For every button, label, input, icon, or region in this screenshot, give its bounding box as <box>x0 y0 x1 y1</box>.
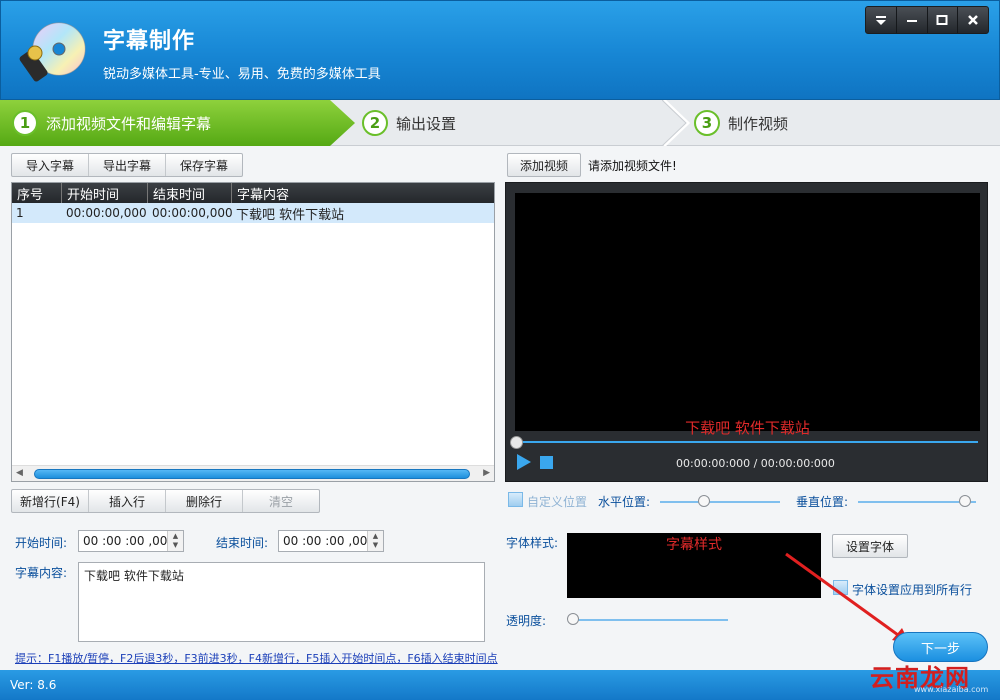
start-time-value: 00 :00 :00 ,000 <box>83 534 176 548</box>
annotation-arrow-icon <box>785 552 910 644</box>
app-logo-icon <box>19 22 86 82</box>
step-2-number: 2 <box>362 110 388 136</box>
end-time-label: 结束时间: <box>216 536 269 550</box>
row-end: 00:00:00,000 <box>152 206 233 220</box>
insert-row-button[interactable]: 插入行 <box>89 490 166 512</box>
clear-button[interactable]: 清空 <box>243 490 319 512</box>
custom-position-checkbox[interactable] <box>508 492 523 507</box>
step-1-number: 1 <box>12 110 38 136</box>
scrollbar-thumb[interactable] <box>34 469 470 479</box>
export-subtitle-button[interactable]: 导出字幕 <box>89 154 166 176</box>
column-start[interactable]: 开始时间 <box>62 183 148 203</box>
video-screen[interactable]: 下载吧 软件下载站 <box>515 193 980 437</box>
scroll-left-icon[interactable]: ◀ <box>16 468 23 478</box>
subtitle-toolbar: 导入字幕 导出字幕 保存字幕 <box>11 153 243 177</box>
version-label: Ver: 8.6 <box>10 678 57 692</box>
watermark: 云南龙网 www.xiazaiba.com <box>862 655 990 697</box>
opacity-label: 透明度: <box>506 614 547 628</box>
menu-icon[interactable] <box>866 7 897 33</box>
video-status: 请添加视频文件! <box>588 159 677 173</box>
app-subtitle: 锐动多媒体工具-专业、易用、免费的多媒体工具 <box>103 67 381 82</box>
add-video-button[interactable]: 添加视频 <box>507 153 581 177</box>
vertical-position-knob[interactable] <box>959 495 971 507</box>
close-icon[interactable] <box>958 7 988 33</box>
play-icon[interactable] <box>516 453 532 471</box>
vertical-position-label: 垂直位置: <box>796 495 849 509</box>
table-row[interactable]: 1 00:00:00,000 00:00:00,000 下载吧 软件下载站 <box>12 203 494 223</box>
scroll-right-icon[interactable]: ▶ <box>483 468 490 478</box>
watermark-subtext: www.xiazaiba.com <box>914 685 989 694</box>
opacity-knob[interactable] <box>567 613 579 625</box>
step-1-label: 添加视频文件和编辑字幕 <box>46 114 212 133</box>
step-3-number: 3 <box>694 110 720 136</box>
shortcut-hint[interactable]: 提示：F1播放/暂停，F2后退3秒，F3前进3秒，F4新增行，F5插入开始时间点… <box>15 650 498 666</box>
app-title: 字幕制作 <box>103 29 196 54</box>
opacity-slider[interactable] <box>572 619 728 621</box>
video-subtitle-overlay: 下载吧 软件下载站 <box>685 419 810 437</box>
delete-row-button[interactable]: 删除行 <box>166 490 243 512</box>
row-content: 下载吧 软件下载站 <box>236 207 345 223</box>
step-2-label: 输出设置 <box>396 114 457 133</box>
horizontal-position-slider[interactable] <box>660 501 780 503</box>
maximize-icon[interactable] <box>928 7 959 33</box>
save-subtitle-button[interactable]: 保存字幕 <box>166 154 242 176</box>
end-time-spinner[interactable]: ▲ ▼ <box>367 531 383 551</box>
column-end[interactable]: 结束时间 <box>148 183 232 203</box>
title-bar: 字幕制作 锐动多媒体工具-专业、易用、免费的多媒体工具 <box>0 0 1000 100</box>
end-time-value: 00 :00 :00 ,000 <box>283 534 376 548</box>
wizard-steps: 1 添加视频文件和编辑字幕 2 输出设置 3 制作视频 <box>0 100 1000 146</box>
start-time-label: 开始时间: <box>15 536 68 550</box>
font-style-label: 字体样式: <box>506 536 559 550</box>
minimize-icon[interactable] <box>897 7 928 33</box>
add-row-button[interactable]: 新增行(F4) <box>12 490 89 512</box>
step-3-label: 制作视频 <box>728 114 789 133</box>
horizontal-position-knob[interactable] <box>698 495 710 507</box>
column-index[interactable]: 序号 <box>12 183 62 203</box>
start-time-spinner[interactable]: ▲ ▼ <box>167 531 183 551</box>
stop-icon[interactable] <box>540 456 553 469</box>
video-time-readout: 00:00:00:000 / 00:00:00:000 <box>676 457 835 470</box>
step-2[interactable]: 2 输出设置 <box>362 100 456 146</box>
import-subtitle-button[interactable]: 导入字幕 <box>12 154 89 176</box>
subtitle-content-textarea[interactable]: 下载吧 软件下载站 <box>78 562 485 642</box>
table-header: 序号 开始时间 结束时间 字幕内容 <box>12 183 494 203</box>
step-3[interactable]: 3 制作视频 <box>694 100 788 146</box>
status-bar: Ver: 8.6 <box>0 670 1000 700</box>
video-player: 下载吧 软件下载站 00:00:00:000 / 00:00:00:000 <box>505 182 988 482</box>
horizontal-scrollbar[interactable]: ◀ ▶ <box>12 465 494 481</box>
column-content[interactable]: 字幕内容 <box>232 183 494 203</box>
content-label: 字幕内容: <box>15 566 68 580</box>
step-separator-icon <box>662 100 691 146</box>
step-1[interactable]: 1 添加视频文件和编辑字幕 <box>0 100 355 146</box>
horizontal-position-label: 水平位置: <box>598 495 651 509</box>
video-progress-track[interactable] <box>516 441 978 443</box>
row-index: 1 <box>16 206 24 220</box>
start-time-input[interactable]: 00 :00 :00 ,000 ▲ ▼ <box>78 530 184 552</box>
row-start: 00:00:00,000 <box>66 206 147 220</box>
custom-position-label: 自定义位置 <box>527 495 588 509</box>
subtitle-table: 序号 开始时间 结束时间 字幕内容 1 00:00:00,000 00:00:0… <box>11 182 495 482</box>
video-progress-knob[interactable] <box>510 436 523 449</box>
end-time-input[interactable]: 00 :00 :00 ,000 ▲ ▼ <box>278 530 384 552</box>
window-controls <box>865 6 989 34</box>
row-actions: 新增行(F4) 插入行 删除行 清空 <box>11 489 320 513</box>
